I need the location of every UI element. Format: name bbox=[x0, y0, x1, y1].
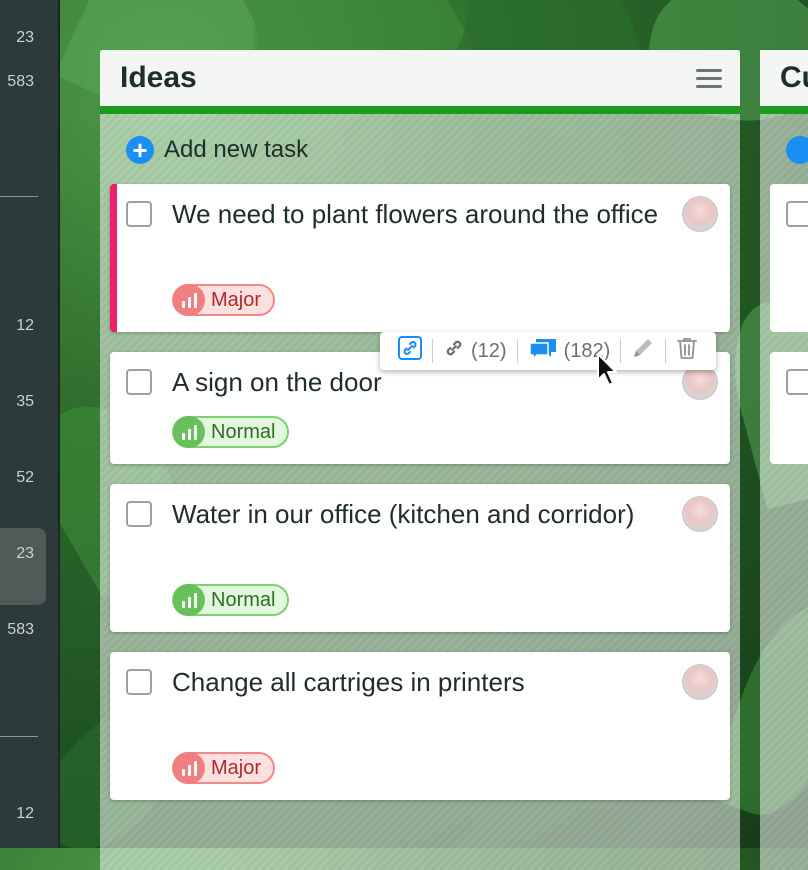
avatar[interactable] bbox=[682, 196, 718, 232]
priority-bars-icon bbox=[173, 752, 205, 784]
sidebar-count: 12 bbox=[16, 805, 34, 822]
sidebar-count: 23 bbox=[16, 29, 34, 46]
task-checkbox[interactable] bbox=[126, 201, 152, 227]
task-title: We need to plant flowers around the offi… bbox=[172, 199, 659, 229]
task-card[interactable]: We need to plant flowers around the offi… bbox=[110, 184, 730, 332]
sidebar-count: 12 bbox=[16, 317, 34, 334]
task-checkbox[interactable] bbox=[126, 669, 152, 695]
plus-icon[interactable] bbox=[786, 136, 808, 164]
mouse-cursor-icon bbox=[596, 352, 620, 393]
add-task-label: Add new task bbox=[164, 136, 309, 163]
sidebar-count: 52 bbox=[16, 469, 34, 486]
task-title: Water in our office (kitchen and corrido… bbox=[172, 499, 635, 529]
plus-icon: + bbox=[126, 136, 154, 164]
priority-label: Major bbox=[211, 756, 262, 779]
priority-label: Normal bbox=[211, 588, 276, 611]
delete-button[interactable] bbox=[666, 336, 708, 366]
priority-bars-icon bbox=[173, 416, 205, 448]
copy-link-icon bbox=[398, 336, 422, 366]
pencil-icon bbox=[631, 336, 655, 366]
avatar[interactable] bbox=[682, 496, 718, 532]
trash-icon bbox=[676, 336, 698, 366]
priority-badge[interactable]: Major bbox=[172, 284, 276, 316]
task-checkbox[interactable] bbox=[786, 369, 808, 395]
task-checkbox[interactable] bbox=[786, 201, 808, 227]
task-card[interactable] bbox=[770, 184, 808, 332]
sidebar-count: 23 bbox=[16, 545, 34, 562]
hamburger-menu-icon[interactable] bbox=[696, 68, 722, 88]
sidebar-count: 35 bbox=[16, 393, 34, 410]
task-card[interactable]: Change all cartriges in printers Major bbox=[110, 652, 730, 800]
column-header: Ideas bbox=[100, 50, 740, 114]
link-icon bbox=[443, 337, 465, 365]
priority-label: Major bbox=[211, 288, 262, 311]
sidebar-divider bbox=[0, 196, 38, 197]
next-column: Cu bbox=[760, 50, 808, 870]
next-column-title: Cu bbox=[760, 50, 808, 114]
task-checkbox[interactable] bbox=[126, 369, 152, 395]
copy-link-button[interactable] bbox=[388, 336, 432, 366]
sidebar-active-item[interactable] bbox=[0, 528, 46, 605]
priority-label: Normal bbox=[211, 420, 276, 443]
task-title: Change all cartriges in printers bbox=[172, 667, 525, 697]
add-new-task-button[interactable]: + Add new task bbox=[126, 136, 308, 164]
comments-icon bbox=[528, 336, 558, 366]
column-title: Ideas bbox=[120, 61, 197, 94]
priority-bars-icon bbox=[173, 284, 205, 316]
avatar[interactable] bbox=[682, 664, 718, 700]
links-button[interactable]: (12) bbox=[433, 337, 517, 365]
left-sidebar: 23 583 12 35 52 23 583 12 bbox=[0, 0, 60, 848]
priority-badge[interactable]: Normal bbox=[172, 584, 290, 616]
task-checkbox[interactable] bbox=[126, 501, 152, 527]
priority-bars-icon bbox=[173, 584, 205, 616]
link-count: (12) bbox=[471, 339, 507, 362]
priority-badge[interactable]: Normal bbox=[172, 416, 290, 448]
edit-button[interactable] bbox=[621, 336, 665, 366]
task-card[interactable] bbox=[770, 352, 808, 464]
task-card[interactable]: Water in our office (kitchen and corrido… bbox=[110, 484, 730, 632]
sidebar-divider bbox=[0, 736, 38, 737]
sidebar-count: 583 bbox=[7, 73, 34, 90]
ideas-column: Ideas + Add new task We need to plant fl… bbox=[100, 50, 740, 870]
task-action-toolbar: (12) (182) bbox=[380, 332, 717, 370]
sidebar-count: 583 bbox=[7, 621, 34, 638]
priority-badge[interactable]: Major bbox=[172, 752, 276, 784]
